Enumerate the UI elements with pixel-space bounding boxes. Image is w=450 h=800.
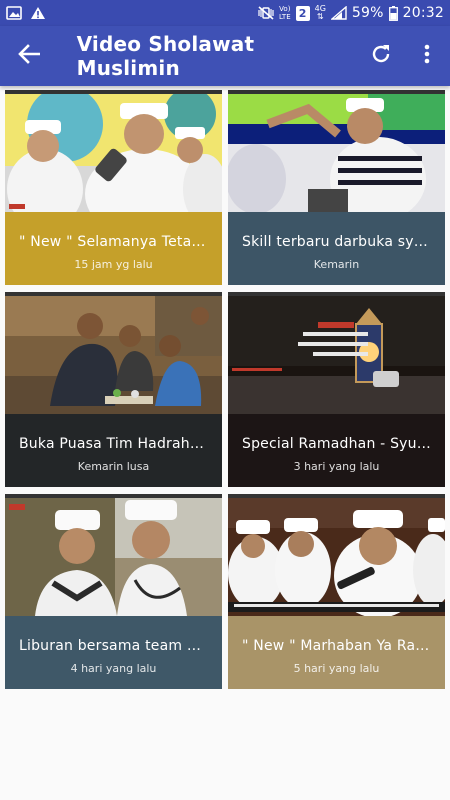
video-card[interactable]: Buka Puasa Tim Hadrah S... Kemarin lusa xyxy=(5,292,222,487)
page-title: Video Sholawat Muslimin xyxy=(76,32,255,80)
video-thumbnail xyxy=(5,296,222,414)
battery-icon xyxy=(388,5,398,21)
vibrate-mute-icon xyxy=(258,6,274,20)
battery-percent: 59% xyxy=(351,5,384,21)
volte-indicator: Vo) LTE xyxy=(278,5,291,21)
app-bar: Video Sholawat Muslimin xyxy=(0,26,450,86)
sim-slot-badge: 2 xyxy=(295,5,310,21)
warning-notification-icon xyxy=(30,6,46,20)
video-title: Special Ramadhan - Syub... xyxy=(242,436,440,452)
video-title: " New " Selamanya Tetap ... xyxy=(19,234,220,250)
video-thumbnail xyxy=(228,296,445,414)
video-caption: Skill terbaru darbuka syu... Kemarin xyxy=(228,212,445,285)
clock: 20:32 xyxy=(402,5,444,21)
video-card[interactable]: " New " Marhaban Ya Ram... 5 hari yang l… xyxy=(228,494,445,689)
video-card[interactable]: Special Ramadhan - Syub... 3 hari yang l… xyxy=(228,292,445,487)
arrow-back-icon xyxy=(18,44,41,68)
video-title: Buka Puasa Tim Hadrah S... xyxy=(19,436,218,452)
video-caption: Liburan bersama team ha... 4 hari yang l… xyxy=(5,616,222,689)
back-button[interactable] xyxy=(0,26,59,86)
video-caption: " New " Selamanya Tetap ... 15 jam yg la… xyxy=(5,212,222,285)
video-thumbnail xyxy=(5,94,222,212)
refresh-button[interactable] xyxy=(358,26,404,86)
video-title: Skill terbaru darbuka syu... xyxy=(242,234,437,250)
video-card[interactable]: " New " Selamanya Tetap ... 15 jam yg la… xyxy=(5,90,222,285)
status-bar: Vo) LTE 2 4G ⇅ 59% 20:32 xyxy=(0,0,450,26)
video-thumbnail xyxy=(5,498,222,616)
video-card[interactable]: Liburan bersama team ha... 4 hari yang l… xyxy=(5,494,222,689)
video-caption: Special Ramadhan - Syub... 3 hari yang l… xyxy=(228,414,445,487)
video-thumbnail xyxy=(228,498,445,616)
video-caption: " New " Marhaban Ya Ram... 5 hari yang l… xyxy=(228,616,445,689)
video-card[interactable]: Skill terbaru darbuka syu... Kemarin xyxy=(228,90,445,285)
video-time: Kemarin lusa xyxy=(77,460,150,473)
video-caption: Buka Puasa Tim Hadrah S... Kemarin lusa xyxy=(5,414,222,487)
video-title: Liburan bersama team ha... xyxy=(19,638,219,654)
video-time: 4 hari yang lalu xyxy=(70,662,157,675)
video-time: 15 jam yg lalu xyxy=(74,258,153,271)
video-thumbnail xyxy=(228,94,445,212)
refresh-icon xyxy=(370,43,392,69)
overflow-menu-button[interactable] xyxy=(404,26,450,86)
gallery-notification-icon xyxy=(6,6,22,20)
video-title: " New " Marhaban Ya Ram... xyxy=(242,638,444,654)
data-type-indicator: 4G ⇅ xyxy=(314,4,326,21)
signal-strength-icon xyxy=(330,6,347,20)
video-time: 3 hari yang lalu xyxy=(293,460,380,473)
video-time: 5 hari yang lalu xyxy=(293,662,380,675)
more-vert-icon xyxy=(424,44,430,68)
video-time: Kemarin xyxy=(313,258,360,271)
